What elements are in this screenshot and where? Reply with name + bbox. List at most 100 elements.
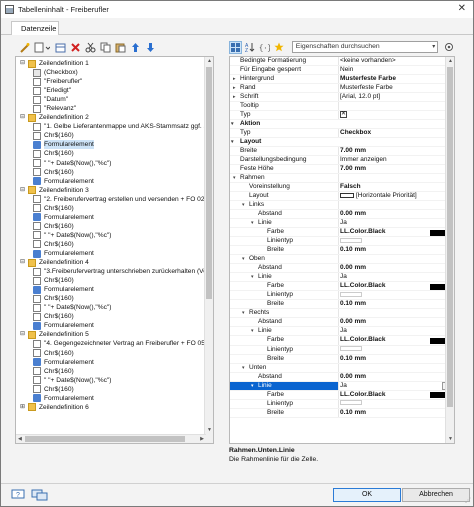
property-row[interactable]: ▾ Linie Ja▾ [230,381,454,391]
property-value-cell[interactable] [338,102,454,111]
property-row[interactable]: Breite 0.10 mm [230,408,454,418]
property-row[interactable]: ▸ Rand Musterfeste Farbe [230,84,454,94]
tree-item-row[interactable]: Chr$(160) [18,222,204,231]
tree-item-row[interactable]: Chr$(160) [18,240,204,249]
property-row[interactable]: Typ ✕ [230,111,454,121]
expand-toggle-icon[interactable]: ⊟ [20,258,28,267]
property-value-cell[interactable]: <keine vorhanden> [338,57,454,66]
property-row[interactable]: Breite 0.10 mm [230,300,454,310]
property-value-cell[interactable]: 0.00 mm [338,372,454,381]
tree-item-row[interactable]: Chr$(160) [18,204,204,213]
property-value-cell[interactable]: Ja [338,219,454,228]
tree-item-row[interactable]: Formularelement [18,213,204,222]
property-value-cell[interactable]: Nein [338,66,454,75]
cut-icon[interactable] [83,40,97,54]
tree-vertical-scrollbar[interactable]: ▲ ▼ [204,57,213,443]
table-icon[interactable] [53,40,67,54]
property-row[interactable]: Abstand 0.00 mm [230,210,454,220]
tree-horizontal-scrollbar[interactable]: ◀ ▶ [16,434,206,443]
tree-group-row[interactable]: ⊟ Zeilendefinition 1 [18,59,204,68]
property-value-cell[interactable] [338,237,454,246]
scroll-right-icon[interactable]: ▶ [200,436,204,442]
tree-group-row[interactable]: ⊞ Zeilendefinition 6 [18,403,204,412]
property-row[interactable]: Breite 0.10 mm [230,246,454,256]
tree-item-row[interactable]: "Datum" [18,95,204,104]
property-row[interactable]: ▾ Linie Ja [230,273,454,283]
scroll-down-icon[interactable]: ▼ [448,436,453,442]
expand-icon[interactable]: ▸ [233,75,236,83]
expand-toggle-icon[interactable]: ⊟ [20,330,28,339]
tree-item-row[interactable]: Chr$(160) [18,385,204,394]
tree-item-row[interactable]: "Relevanz" [18,104,204,113]
tree-group-row[interactable]: ⊟ Zeilendefinition 5 [18,330,204,339]
chevron-down-icon[interactable]: ▾ [432,42,435,52]
property-category-row[interactable]: ▾ Aktion [230,120,454,130]
property-row[interactable]: Bedingte Formatierung <keine vorhanden> [230,57,454,67]
property-value-cell[interactable]: Ja▾ [338,381,454,390]
tree-item-row[interactable]: "2. Freiberufervertrag erstellen und ver… [18,195,204,204]
property-row[interactable]: Breite 0.10 mm [230,354,454,364]
tree-item-row[interactable]: Formularelement [18,249,204,258]
tree-view[interactable]: ⊟ Zeilendefinition 1 (Checkbox) "Freiberufl… [15,56,214,444]
property-value-cell[interactable]: Ja [338,273,454,282]
property-value-cell[interactable]: Checkbox [338,129,454,138]
sort-alphabetical-icon[interactable]: AZ [244,41,257,54]
property-row[interactable]: Linientyp [230,237,454,247]
property-grid[interactable]: Bedingte Formatierung <keine vorhanden> Fü… [229,56,455,444]
tree-item-row[interactable]: "1. Gelbe Lieferantenmappe und AKS-Stamm… [18,122,204,131]
tree-item-row[interactable]: Chr$(160) [18,149,204,158]
property-row[interactable]: Darstellungsbedingung Immer anzeigen [230,156,454,166]
property-row[interactable]: Linientyp [230,399,454,409]
tree-item-row[interactable]: " "+ Date$(Now(),"%c") [18,303,204,312]
move-up-icon[interactable] [128,40,142,54]
property-value-cell[interactable]: Ja [338,327,454,336]
tree-item-row[interactable]: "Erledigt" [18,86,204,95]
property-value-cell[interactable]: LL.Color.Black [338,390,454,399]
paste-icon[interactable] [113,40,127,54]
property-value-cell[interactable] [338,291,454,300]
scroll-up-icon[interactable]: ▲ [448,58,453,64]
tree-item-row[interactable]: Formularelement [18,321,204,330]
scroll-down-icon[interactable]: ▼ [207,427,212,433]
insert-dropdown-icon[interactable] [32,40,52,54]
delete-icon[interactable] [68,40,82,54]
collapse-icon[interactable]: ▾ [251,382,254,390]
property-row[interactable]: Layout [Horizontale Priorität] [230,192,454,202]
property-value-cell[interactable] [338,255,454,264]
property-grid-scrollbar[interactable]: ▲ ▼ [445,57,454,443]
tree-item-row[interactable]: (Checkbox) [18,68,204,77]
tree-item-row[interactable]: Chr$(160) [18,367,204,376]
categorized-view-icon[interactable] [229,40,242,54]
property-row[interactable]: Farbe LL.Color.Black [230,282,454,292]
property-value-cell[interactable] [338,345,454,354]
property-value-cell[interactable]: 0.00 mm [338,318,454,327]
property-row[interactable]: ▾ Rahmen [230,174,454,184]
tree-item-row[interactable]: "4. Gegengezeichneter Vertrag an Freiber… [18,339,204,348]
property-row[interactable]: Linientyp [230,345,454,355]
tree-group-row[interactable]: ⊟ Zeilendefinition 3 [18,186,204,195]
property-row[interactable]: Tooltip [230,102,454,112]
expand-toggle-icon[interactable]: ⊞ [20,403,28,412]
property-value-cell[interactable]: 7.00 mm [338,147,454,156]
tree-vertical-scroll-thumb[interactable] [206,67,212,299]
collapse-icon[interactable]: ▾ [251,273,254,281]
property-value-cell[interactable] [338,201,454,210]
property-value-cell[interactable]: Falsch [338,183,454,192]
expand-toggle-icon[interactable]: ⊟ [20,113,28,122]
collapse-icon[interactable]: ▾ [251,219,254,227]
property-value-cell[interactable] [338,174,454,183]
tree-item-row[interactable]: Chr$(160) [18,168,204,177]
tree-item-row[interactable]: "Freiberufler" [18,77,204,86]
property-value-cell[interactable]: 0.10 mm [338,300,454,309]
property-value-cell[interactable]: LL.Color.Black [338,228,454,237]
tree-item-row[interactable]: Formularelement [18,394,204,403]
expand-icon[interactable]: ▸ [233,93,236,101]
collapse-icon[interactable]: ▾ [231,120,234,128]
property-value-cell[interactable]: LL.Color.Black [338,336,454,345]
property-row[interactable]: Farbe LL.Color.Black [230,336,454,346]
properties-search-input[interactable]: Eigenschaften durchsuchen ▾ [291,41,439,53]
property-row[interactable]: ▾ Linie Ja [230,219,454,229]
property-row[interactable]: Breite 7.00 mm [230,147,454,157]
property-row[interactable]: ▾ Links [230,201,454,211]
edit-wand-icon[interactable] [17,40,31,54]
